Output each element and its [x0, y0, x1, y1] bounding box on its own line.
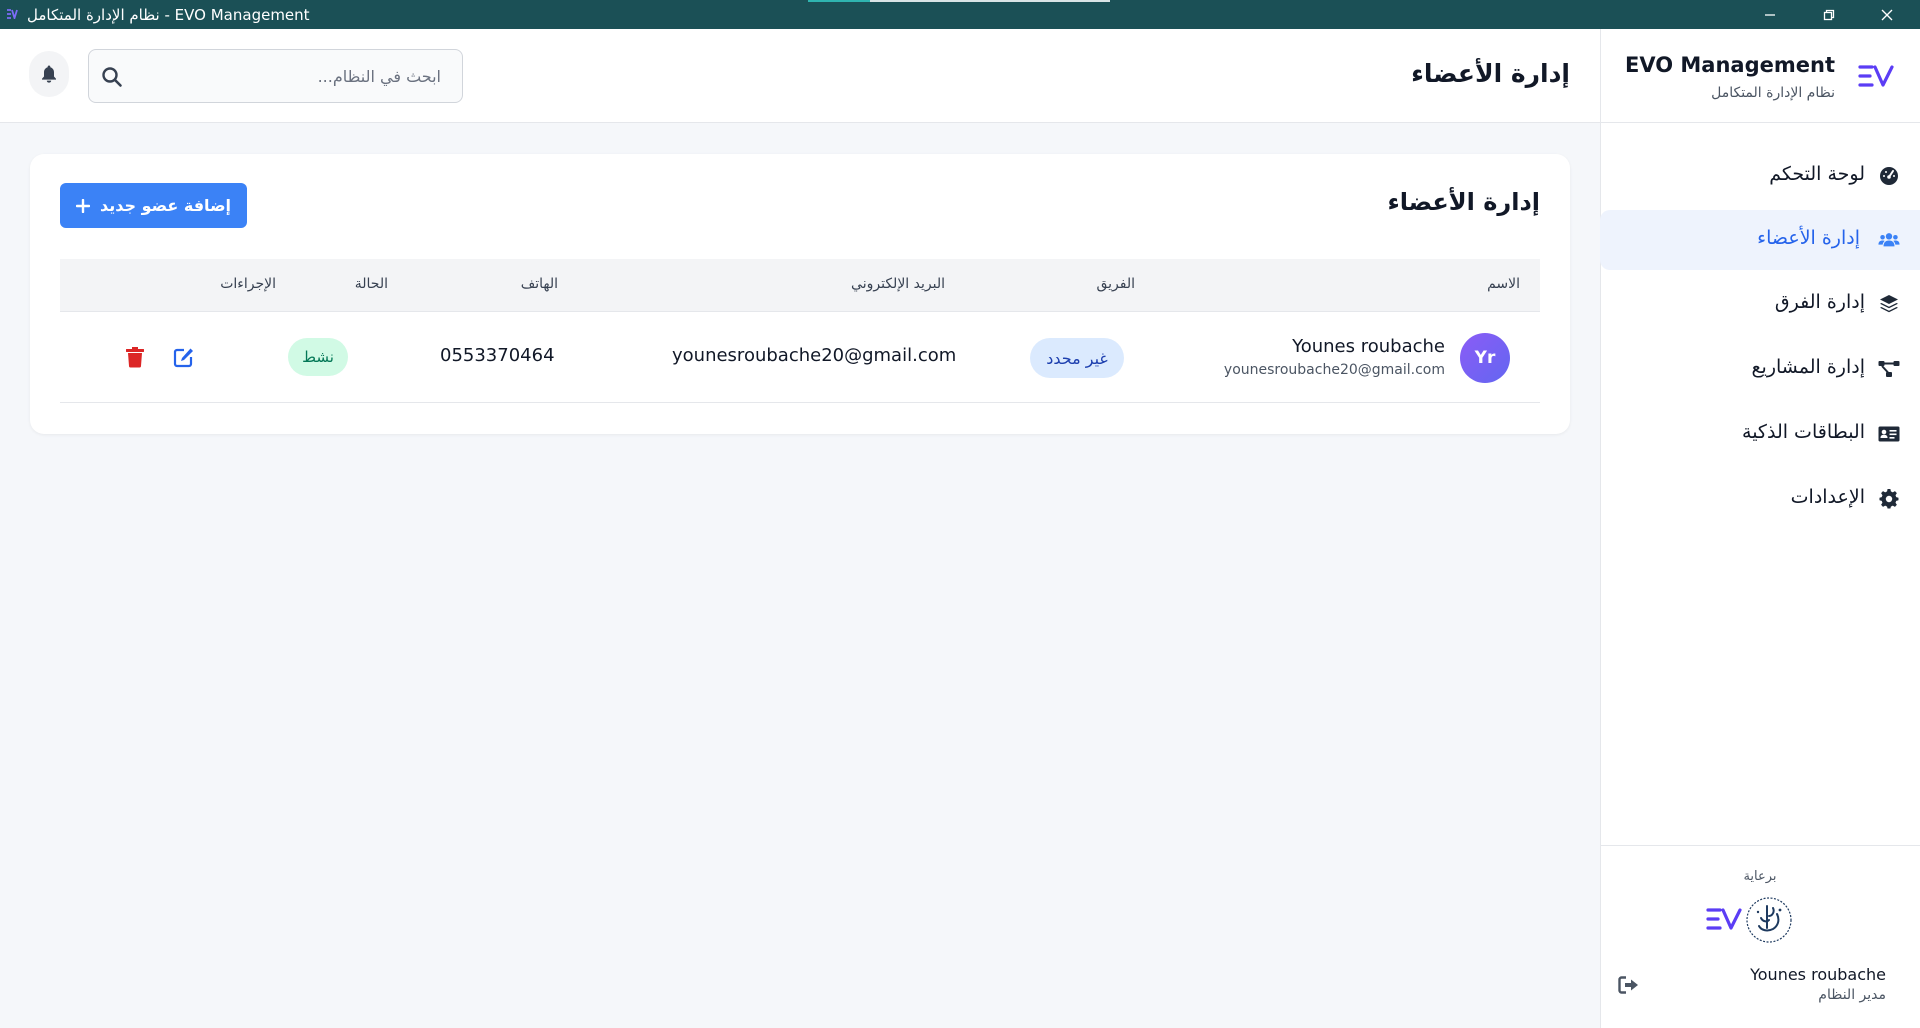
- sidebar-item-smart-cards[interactable]: البطاقات الذكية: [1600, 404, 1920, 464]
- sidebar-item-projects[interactable]: إدارة المشاريع: [1600, 339, 1920, 399]
- users-icon: [1878, 230, 1900, 250]
- gear-icon: [1878, 489, 1900, 509]
- member-email-secondary: younesroubache20@gmail.com: [1223, 362, 1445, 378]
- ev-logo-icon: [1706, 908, 1742, 930]
- dashboard-icon: [1878, 166, 1900, 186]
- edit-button[interactable]: [173, 346, 195, 368]
- logout-icon: [1618, 976, 1638, 994]
- sidebar-item-teams[interactable]: إدارة الفرق: [1600, 274, 1920, 334]
- team-badge: غير محدد: [1030, 338, 1124, 378]
- bell-icon: [42, 65, 56, 83]
- add-member-button[interactable]: إضافة عضو جديد: [60, 183, 247, 228]
- plus-icon: [75, 198, 90, 213]
- add-member-label: إضافة عضو جديد: [99, 196, 232, 215]
- window-title: نظام الإدارة المتكامل - EVO Management: [27, 6, 310, 24]
- app-icon: [7, 9, 18, 19]
- sidebar-footer: برعاية Younes roubache مدير النظام: [1600, 845, 1920, 1028]
- close-button[interactable]: [1864, 0, 1910, 29]
- sponsor-label: برعاية: [1743, 869, 1777, 884]
- sidebar-item-settings[interactable]: الإعدادات: [1600, 469, 1920, 529]
- minimize-button[interactable]: [1747, 0, 1793, 29]
- member-email: younesroubache20@gmail.com: [672, 345, 957, 366]
- restore-icon: [1823, 9, 1835, 20]
- table-header: الاسم الفريق البريد الإلكتروني الهاتف ال…: [60, 259, 1540, 312]
- sidebar-item-label: إدارة الفرق: [1774, 291, 1865, 313]
- column-header-status: الحالة: [354, 276, 388, 292]
- page-title: إدارة الأعضاء: [1411, 59, 1570, 88]
- search-box: [88, 49, 463, 103]
- sidebar-item-label: لوحة التحكم: [1769, 163, 1865, 185]
- trash-icon: [126, 347, 144, 368]
- sidebar-item-label: الإعدادات: [1790, 486, 1865, 508]
- members-card: إدارة الأعضاء إضافة عضو جديد الاسم الفري…: [30, 154, 1570, 434]
- sidebar-item-members[interactable]: إدارة الأعضاء: [1600, 210, 1920, 270]
- status-badge: نشط: [288, 338, 348, 376]
- titlebar-accent-highlight: [808, 0, 870, 2]
- avatar: Yr: [1460, 333, 1510, 383]
- column-header-actions: الإجراءات: [220, 276, 276, 292]
- close-icon: [1881, 9, 1893, 20]
- id-card-icon: [1878, 424, 1900, 444]
- brand-name: EVO Management: [1625, 53, 1835, 77]
- search-input[interactable]: [141, 58, 441, 94]
- window-titlebar: نظام الإدارة المتكامل - EVO Management: [0, 0, 1920, 29]
- member-phone: 0553370464: [440, 345, 555, 366]
- layers-icon: [1878, 294, 1900, 314]
- notifications-button[interactable]: [29, 51, 69, 97]
- sidebar-item-dashboard[interactable]: لوحة التحكم: [1600, 146, 1920, 206]
- sponsor-calligraphy-logo: [1746, 897, 1792, 943]
- sidebar-item-label: البطاقات الذكية: [1742, 421, 1865, 443]
- member-name: Younes roubache: [1292, 336, 1445, 357]
- sidebar-item-label: إدارة الأعضاء: [1757, 227, 1860, 249]
- top-header: إدارة الأعضاء: [0, 29, 1600, 123]
- sidebar-item-label: إدارة المشاريع: [1751, 356, 1865, 378]
- current-user-role: مدير النظام: [1818, 987, 1886, 1003]
- logout-button[interactable]: [1618, 976, 1642, 996]
- restore-button[interactable]: [1806, 0, 1852, 29]
- current-user-name: Younes roubache: [1750, 965, 1886, 984]
- column-header-name: الاسم: [1487, 276, 1520, 292]
- card-title: إدارة الأعضاء: [1387, 188, 1540, 216]
- edit-icon: [173, 348, 193, 368]
- brand-header: EVO Management نظام الإدارة المتكامل: [1600, 29, 1920, 123]
- ev-logo-icon: [1858, 65, 1894, 87]
- table-row: Yr Younes roubache younesroubache20@gmai…: [60, 312, 1540, 403]
- search-icon: [102, 67, 122, 87]
- column-header-phone: الهاتف: [520, 276, 558, 292]
- minimize-icon: [1765, 13, 1775, 16]
- sidebar: EVO Management نظام الإدارة المتكامل لوح…: [1600, 29, 1920, 1028]
- brand-subtitle: نظام الإدارة المتكامل: [1711, 85, 1835, 101]
- column-header-email: البريد الإلكتروني: [851, 276, 945, 292]
- delete-button[interactable]: [125, 346, 145, 368]
- project-diagram-icon: [1878, 359, 1900, 379]
- column-header-team: الفريق: [1096, 276, 1135, 292]
